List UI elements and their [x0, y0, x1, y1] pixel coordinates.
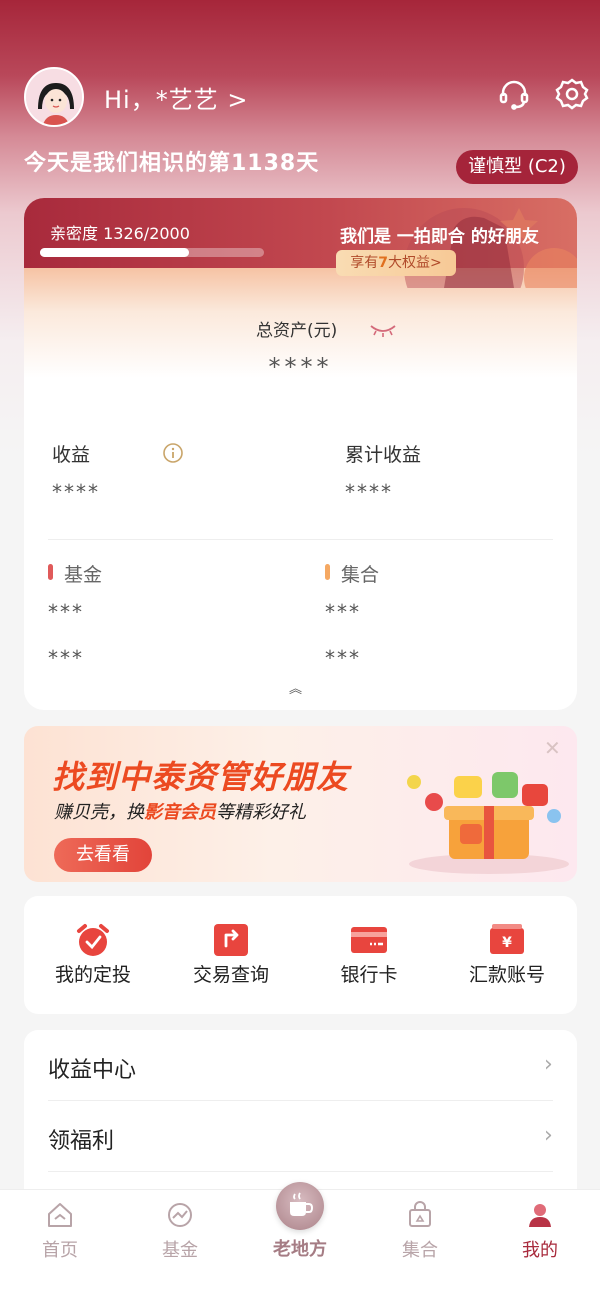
fund-value-1: ***	[48, 600, 84, 624]
tab-label: 集合	[402, 1240, 438, 1261]
fund-value-2: ***	[48, 646, 84, 670]
benefit-prefix: 享有	[350, 255, 379, 271]
quick-action-label: 汇款账号	[468, 964, 545, 986]
benefits-button[interactable]: 享有7大权益>	[336, 250, 456, 276]
promo-sub-suffix: 等精彩好礼	[216, 802, 306, 823]
fund-chart-icon	[168, 1203, 192, 1227]
shopping-bag-icon	[409, 1201, 431, 1227]
tab-fund[interactable]: 基金	[120, 1190, 240, 1299]
asset-card: 亲密度 1326/2000 我们是 一拍即合 的好朋友 享有7大权益> 总资产(…	[24, 198, 577, 710]
menu-item-label: 收益中心	[48, 1058, 137, 1083]
tab-home[interactable]: 首页	[0, 1190, 120, 1299]
hide-eye-icon[interactable]	[368, 322, 398, 338]
alarm-clock-icon	[77, 924, 109, 956]
fund-label[interactable]: 基金	[64, 560, 102, 587]
menu-item-income-center[interactable]: 收益中心 ›	[24, 1030, 577, 1100]
coffee-cup-icon	[290, 1192, 314, 1216]
chevron-right-icon: ›	[544, 1123, 553, 1148]
tab-label: 首页	[42, 1240, 78, 1261]
friend-level-text: 我们是 一拍即合 的好朋友	[340, 227, 539, 247]
collection-marker	[325, 564, 330, 580]
quick-action-label: 交易查询	[192, 964, 269, 986]
svg-text:¥: ¥	[502, 935, 512, 951]
gift-box-illustration-icon	[407, 772, 569, 874]
promo-sub-prefix: 赚贝壳，换	[54, 802, 144, 823]
tab-label: 我的	[522, 1240, 558, 1261]
promo-go-button[interactable]: 去看看	[54, 838, 152, 872]
menu-item-label: 领福利	[48, 1129, 115, 1154]
home-icon	[48, 1203, 72, 1227]
profile-header: Hi，*艺艺 > 今天是我们相识的第1138天 谨慎型 (C2)	[0, 0, 600, 200]
days-together-text: 今天是我们相识的第1138天	[24, 151, 320, 176]
intimacy-progress-fill	[40, 248, 189, 257]
tab-collection[interactable]: 集合	[360, 1190, 480, 1299]
intimacy-progress-bar	[40, 248, 264, 257]
quick-action-label: 银行卡	[340, 964, 398, 986]
exchange-arrow-icon	[214, 924, 248, 956]
cumulative-income-value: ****	[345, 480, 393, 504]
total-assets-label: 总资产(元)	[256, 321, 338, 341]
income-label: 收益	[52, 444, 91, 466]
menu-divider	[48, 1171, 553, 1172]
settings-gear-icon[interactable]	[554, 76, 590, 112]
intimacy-label: 亲密度 1326/2000	[50, 224, 190, 243]
promo-sub-highlight: 影音会员	[144, 802, 216, 823]
customer-service-icon[interactable]	[496, 76, 532, 112]
menu-list: 收益中心 › 领福利 ›	[24, 1030, 577, 1200]
menu-item-get-benefits[interactable]: 领福利 ›	[24, 1101, 577, 1171]
fund-marker	[48, 564, 53, 580]
collapse-chevron-icon[interactable]: ︽	[289, 678, 302, 697]
promo-banner[interactable]: 找到中泰资管好朋友 赚贝壳，换影音会员等精彩好礼 去看看 ✕	[24, 726, 577, 882]
info-icon[interactable]	[162, 442, 184, 464]
collection-value-2: ***	[325, 646, 361, 670]
yen-wallet-icon: ¥	[490, 924, 524, 954]
cumulative-income-label: 累计收益	[345, 444, 422, 466]
benefit-suffix: 大权益>	[388, 255, 442, 271]
avatar[interactable]	[24, 67, 84, 127]
chevron-right-icon: ›	[544, 1052, 553, 1077]
total-assets-value: ****	[268, 353, 333, 381]
collection-label[interactable]: 集合	[341, 560, 379, 587]
promo-title: 找到中泰资管好朋友	[52, 758, 350, 796]
quick-action-transaction-query[interactable]: 交易查询	[162, 896, 300, 1014]
tab-label-old-place[interactable]: 老地方	[240, 1235, 360, 1261]
quick-action-my-fixed-investment[interactable]: 我的定投	[24, 896, 162, 1014]
promo-subtitle: 赚贝壳，换影音会员等精彩好礼	[54, 798, 306, 824]
bank-card-icon	[351, 927, 387, 953]
tab-mine[interactable]: 我的	[480, 1190, 600, 1299]
tab-old-place[interactable]	[276, 1182, 324, 1230]
greeting-text[interactable]: Hi，*艺艺 >	[104, 80, 248, 115]
quick-action-bank-card[interactable]: 银行卡	[300, 896, 438, 1014]
quick-action-label: 我的定投	[54, 964, 131, 986]
tab-label: 基金	[162, 1240, 198, 1261]
collection-value-1: ***	[325, 600, 361, 624]
income-value: ****	[52, 480, 100, 504]
risk-level-badge[interactable]: 谨慎型 (C2)	[456, 150, 578, 184]
card-divider	[48, 539, 553, 540]
quick-action-remittance-account[interactable]: ¥ 汇款账号	[438, 896, 576, 1014]
quick-actions-panel: 我的定投 交易查询 银行卡 ¥ 汇款账号	[24, 896, 577, 1014]
user-icon	[529, 1204, 551, 1227]
benefit-count: 7	[378, 255, 388, 271]
